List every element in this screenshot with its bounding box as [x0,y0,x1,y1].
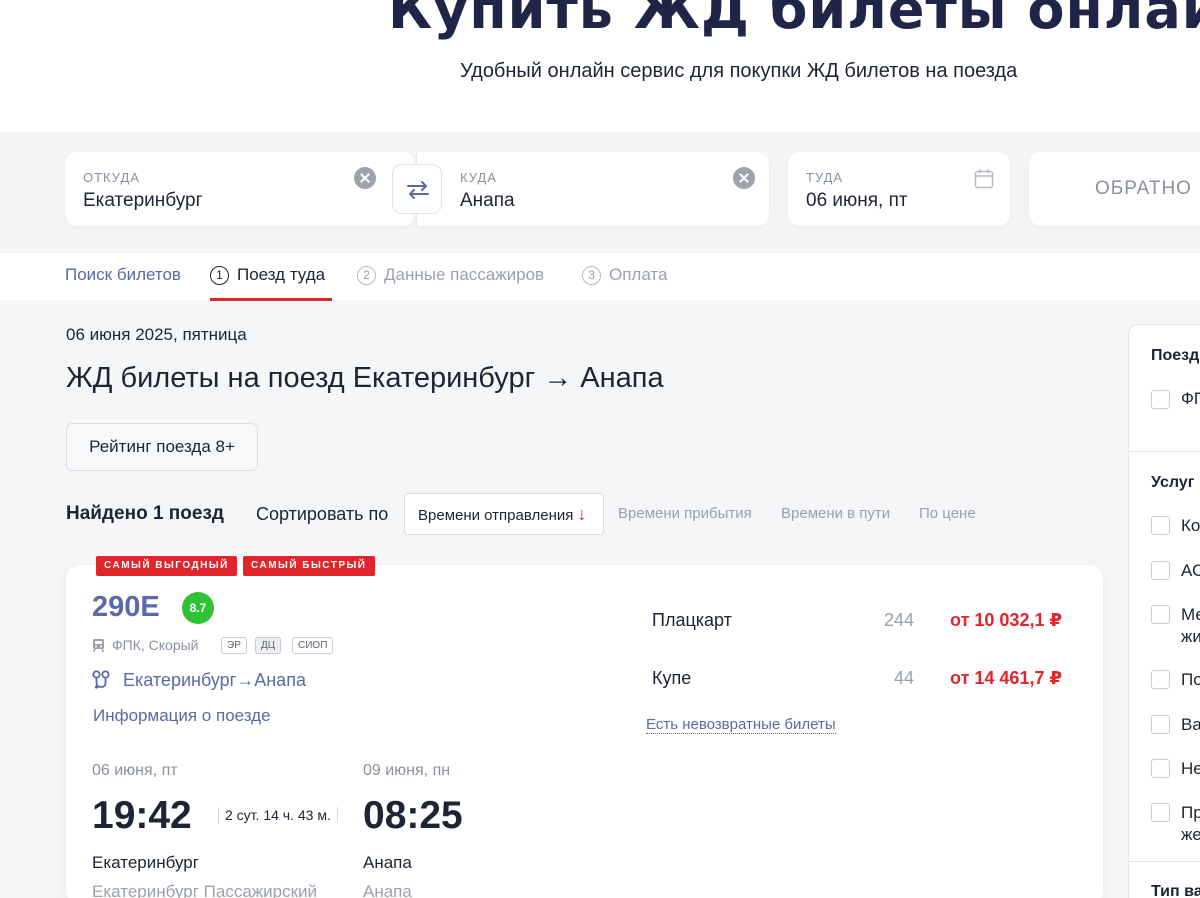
departure-station: Екатеринбург Пассажирский [92,882,318,898]
filter-checkbox[interactable] [1151,759,1170,778]
filter-checkbox-label: Не [1181,759,1200,778]
sort-down-arrow-icon: ↓ [577,504,587,524]
sort-price-button[interactable]: По цене [919,505,976,522]
filter-checkbox[interactable] [1151,670,1170,689]
sort-active-label: Времени отправления [418,507,574,524]
sort-departure-button[interactable]: Времени отправления ↓ [404,493,604,535]
badge-fastest: САМЫЙ БЫСТРЫЙ [243,556,375,576]
step-passengers: 2 Данные пассажиров [357,265,544,285]
hero-subtitle: Удобный онлайн сервис для покупки ЖД бил… [460,60,1018,82]
to-label: КУДА [460,170,497,185]
class-seats: 44 [893,668,914,688]
step-search-link[interactable]: Поиск билетов [65,265,181,285]
class-name: Купе [652,668,692,688]
search-date: 06 июня 2025, пятница [66,325,247,344]
filter-checkbox-label-line2: жи [1181,627,1200,646]
return-date-field[interactable]: ОБРАТНО [1029,152,1200,226]
class-seats: 244 [883,610,914,630]
step-label: Оплата [609,265,668,284]
badge-cheapest: САМЫЙ ВЫГОДНЫЙ [96,556,237,576]
sort-label: Сортировать по [256,504,389,524]
filter-checkbox-label: АС [1181,561,1200,580]
train-rating: 8.7 [182,592,214,624]
from-value: Екатеринбург [83,190,203,211]
active-step-underline [210,298,332,301]
filter-checkbox-label: Ме [1181,605,1200,624]
clear-from-icon[interactable] [354,167,376,189]
clear-to-icon[interactable] [733,167,755,189]
sort-duration-button[interactable]: Времени в пути [781,505,890,522]
filter-checkbox[interactable] [1151,605,1170,624]
date-value: 06 июня, пт [806,190,908,211]
swap-arrows-icon [407,181,429,199]
filter-section-train-title: Поезд [1151,347,1200,364]
step-label: Поезд туда [237,265,326,284]
step-number: 1 [210,266,229,285]
carrier-info: ФПК, Скорый [112,637,199,653]
filter-checkbox-label: Ко [1181,516,1200,535]
step-payment: 3 Оплата [582,265,667,285]
filter-checkbox-label-line2: же [1181,825,1200,844]
train-info-link[interactable]: Информация о поезде [93,706,271,726]
hero-title: Купить ЖД билеты онлайн [388,0,1200,41]
calendar-icon[interactable] [974,168,994,190]
step-number: 3 [582,266,601,285]
class-price: от 14 461,7 ₽ [950,668,1062,688]
route-pins-icon [92,670,110,689]
date-field[interactable]: ТУДА 06 июня, пт [788,152,1010,226]
to-value: Анапа [460,190,515,211]
date-label: ТУДА [806,170,844,185]
filter-divider [1129,451,1200,452]
from-field[interactable]: ОТКУДА Екатеринбург [65,152,415,226]
tag-dc: ДЦ [255,637,282,654]
arrival-city: Анапа [363,853,412,872]
booking-steps: Поиск билетов 1 Поезд туда 2 Данные пассаж… [0,252,1200,301]
departure-date: 06 июня, пт [92,762,178,779]
step-number: 2 [357,266,376,285]
filter-checkbox-label: По [1181,670,1200,689]
filter-checkbox[interactable] [1151,561,1170,580]
train-number[interactable]: 290Е [92,591,160,624]
found-count: Найдено 1 поезд [66,503,224,524]
filter-checkbox-label: Ва [1181,715,1200,734]
to-field[interactable]: КУДА Анапа [416,152,769,226]
step-train-there[interactable]: 1 Поезд туда [210,265,325,285]
filter-checkbox-label: Пр [1181,803,1200,822]
arrival-date: 09 июня, пн [363,762,451,779]
rating-filter-button[interactable]: Рейтинг поезда 8+ [66,423,258,471]
filter-checkbox[interactable] [1151,390,1170,409]
filter-section-services-title: Услуг [1151,474,1195,491]
filters-panel: Поезд ФП Услуг Ко АС Ме жи По Ва Не Пр ж… [1128,324,1200,898]
class-name: Плацкарт [652,610,732,630]
sort-arrival-button[interactable]: Времени прибытия [618,505,752,522]
filter-section-car-type-title: Тип ва [1151,883,1200,898]
departure-city: Екатеринбург [92,853,199,872]
travel-duration: 2 сут. 14 ч. 43 м. [218,807,338,823]
departure-time: 19:42 [92,794,192,837]
from-label: ОТКУДА [83,170,140,185]
filter-divider [1129,861,1200,862]
train-card[interactable] [66,565,1103,898]
class-price: от 10 032,1 ₽ [950,610,1062,630]
train-route-link[interactable]: Екатеринбург→Анапа [123,670,306,691]
arrival-time: 08:25 [363,794,463,837]
step-label: Данные пассажиров [384,265,545,284]
train-icon [92,639,105,653]
filter-checkbox[interactable] [1151,516,1170,535]
tag-er: ЭР [221,637,247,654]
filter-checkbox[interactable] [1151,803,1170,822]
arrival-station: Анапа [363,882,412,898]
nonrefundable-tickets-link[interactable]: Есть невозвратные билеты [646,716,836,734]
swap-cities-button[interactable] [392,164,442,214]
tag-siop: СИОП [292,637,334,654]
filter-checkbox[interactable] [1151,715,1170,734]
filter-checkbox-label: ФП [1181,389,1200,408]
return-label: ОБРАТНО [1095,178,1192,199]
page-title: ЖД билеты на поезд Екатеринбург → Анапа [66,362,664,394]
